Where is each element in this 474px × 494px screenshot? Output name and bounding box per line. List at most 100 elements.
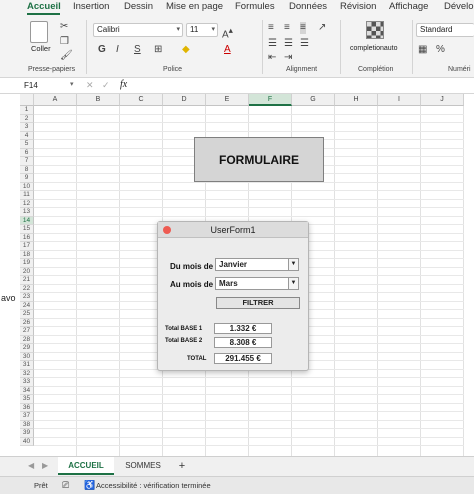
from-month-select[interactable]: Janvier ▼: [215, 258, 299, 271]
align-middle-icon[interactable]: ≡: [284, 22, 290, 34]
row-header-18[interactable]: 18: [20, 250, 34, 259]
row-header-24[interactable]: 24: [20, 301, 34, 310]
row-header-25[interactable]: 25: [20, 310, 34, 319]
row-header-20[interactable]: 20: [20, 267, 34, 276]
row-header-17[interactable]: 17: [20, 242, 34, 251]
column-header-j[interactable]: J: [421, 94, 464, 106]
row-header-13[interactable]: 13: [20, 208, 34, 217]
total-base1-field[interactable]: 1.332 €: [214, 323, 272, 334]
cancel-icon[interactable]: ✕: [86, 80, 94, 91]
column-header-b[interactable]: B: [77, 94, 120, 106]
accessibility-icon[interactable]: ♿: [84, 480, 95, 491]
row-header-11[interactable]: 11: [20, 191, 34, 200]
column-header-a[interactable]: A: [34, 94, 77, 106]
row-header-39[interactable]: 39: [20, 429, 34, 438]
row-header-5[interactable]: 5: [20, 140, 34, 149]
filter-button[interactable]: FILTRER: [216, 297, 300, 309]
to-month-select[interactable]: Mars ▼: [215, 277, 299, 290]
row-header-16[interactable]: 16: [20, 233, 34, 242]
align-top-icon[interactable]: ≡: [268, 22, 274, 34]
column-header-f[interactable]: F: [249, 94, 292, 106]
row-header-10[interactable]: 10: [20, 182, 34, 191]
row-header-30[interactable]: 30: [20, 352, 34, 361]
confirm-icon[interactable]: ✓: [102, 80, 110, 91]
row-header-2[interactable]: 2: [20, 114, 34, 123]
sheet-tab-accueil[interactable]: ACCUEIL: [58, 457, 114, 475]
row-header-7[interactable]: 7: [20, 157, 34, 166]
accessibility-status[interactable]: Accessibilité : vérification terminée: [96, 481, 211, 490]
total-field[interactable]: 291.455 €: [214, 353, 272, 364]
formulaire-shape[interactable]: FORMULAIRE: [194, 137, 324, 182]
bold-button[interactable]: G: [98, 44, 106, 56]
row-header-27[interactable]: 27: [20, 327, 34, 336]
align-bottom-icon[interactable]: ≡: [300, 22, 306, 34]
format-painter-icon[interactable]: 🖌: [60, 50, 73, 62]
namebox-chevron-icon[interactable]: ▾: [70, 80, 74, 88]
total-base2-field[interactable]: 8.308 €: [214, 337, 272, 348]
row-header-19[interactable]: 19: [20, 259, 34, 268]
row-header-6[interactable]: 6: [20, 148, 34, 157]
row-header-15[interactable]: 15: [20, 225, 34, 234]
increase-indent-icon[interactable]: ⇥: [284, 52, 292, 64]
underline-button[interactable]: S: [134, 44, 141, 56]
copy-icon[interactable]: ❐: [60, 36, 69, 48]
tab-accueil[interactable]: Accueil: [27, 1, 61, 12]
row-header-22[interactable]: 22: [20, 284, 34, 293]
paste-icon[interactable]: [30, 21, 48, 43]
row-header-8[interactable]: 8: [20, 165, 34, 174]
row-header-23[interactable]: 23: [20, 293, 34, 302]
sheet-tab-sommes[interactable]: SOMMES: [118, 457, 168, 475]
row-header-12[interactable]: 12: [20, 199, 34, 208]
row-header-3[interactable]: 3: [20, 123, 34, 132]
select-all-corner[interactable]: [20, 94, 34, 106]
row-header-37[interactable]: 37: [20, 412, 34, 421]
tab-revision[interactable]: Révision: [340, 1, 376, 12]
formula-input[interactable]: [136, 80, 474, 92]
row-header-4[interactable]: 4: [20, 131, 34, 140]
tab-insertion[interactable]: Insertion: [73, 1, 109, 12]
row-header-33[interactable]: 33: [20, 378, 34, 387]
column-header-h[interactable]: H: [335, 94, 378, 106]
fill-color-icon[interactable]: ◆: [182, 44, 190, 56]
font-size-select[interactable]: 11 ▾: [186, 23, 218, 37]
tab-formules[interactable]: Formules: [235, 1, 275, 12]
tab-donnees[interactable]: Données: [289, 1, 327, 12]
macro-record-icon[interactable]: ⎚: [62, 480, 69, 491]
align-right-icon[interactable]: ☰: [300, 38, 309, 50]
orientation-icon[interactable]: ↗: [318, 22, 326, 34]
align-left-icon[interactable]: ☰: [268, 38, 277, 50]
tab-mise-en-page[interactable]: Mise en page: [166, 1, 223, 12]
name-box[interactable]: F14: [20, 80, 70, 92]
row-header-28[interactable]: 28: [20, 335, 34, 344]
row-header-14[interactable]: 14: [20, 216, 34, 225]
font-name-select[interactable]: Calibri ▾: [93, 23, 183, 37]
row-header-35[interactable]: 35: [20, 395, 34, 404]
column-header-d[interactable]: D: [163, 94, 206, 106]
column-header-e[interactable]: E: [206, 94, 249, 106]
cut-icon[interactable]: ✂: [60, 21, 68, 33]
close-icon[interactable]: [163, 226, 171, 234]
row-header-1[interactable]: 1: [20, 106, 34, 115]
row-header-21[interactable]: 21: [20, 276, 34, 285]
tab-developpeur[interactable]: Dévelo: [444, 1, 474, 12]
column-header-i[interactable]: I: [378, 94, 421, 106]
row-header-34[interactable]: 34: [20, 386, 34, 395]
percent-icon[interactable]: %: [436, 44, 445, 56]
accounting-format-icon[interactable]: ▦: [418, 44, 427, 56]
function-icon[interactable]: fx: [120, 79, 127, 90]
row-header-36[interactable]: 36: [20, 403, 34, 412]
number-format-select[interactable]: Standard: [416, 23, 474, 37]
row-header-31[interactable]: 31: [20, 361, 34, 370]
add-sheet-button[interactable]: +: [172, 457, 192, 475]
font-color-icon[interactable]: A: [224, 44, 231, 56]
row-header-32[interactable]: 32: [20, 369, 34, 378]
prev-sheet-icon[interactable]: ◀: [28, 461, 34, 470]
row-header-29[interactable]: 29: [20, 344, 34, 353]
row-header-26[interactable]: 26: [20, 318, 34, 327]
tab-dessin[interactable]: Dessin: [124, 1, 153, 12]
borders-icon[interactable]: ⊞: [154, 44, 162, 56]
align-center-icon[interactable]: ☰: [284, 38, 293, 50]
row-header-40[interactable]: 40: [20, 437, 34, 446]
column-header-c[interactable]: C: [120, 94, 163, 106]
decrease-indent-icon[interactable]: ⇤: [268, 52, 276, 64]
